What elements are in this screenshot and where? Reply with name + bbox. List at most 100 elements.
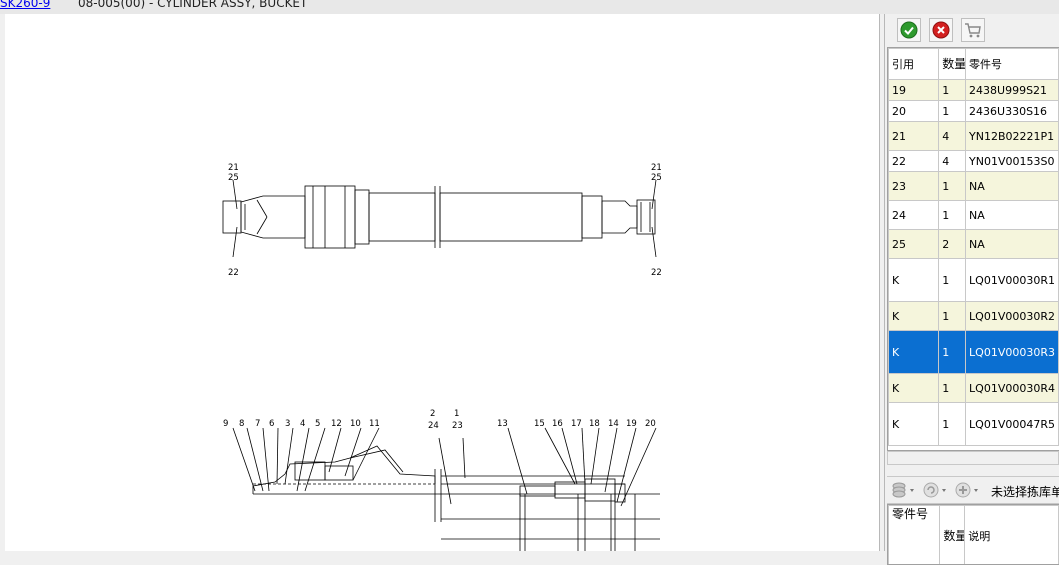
cell-qty: 1: [939, 331, 966, 374]
cell-part-no: LQ01V00030R3: [966, 331, 1059, 374]
cart-icon: [964, 21, 982, 39]
picklist-grid[interactable]: 零件号 数量 说明: [887, 504, 1059, 565]
cell-ref: K: [889, 331, 939, 374]
picklist-filter[interactable]: 未选择拣库单: [991, 483, 1059, 500]
cell-ref: 19: [889, 80, 939, 101]
parts-table-row[interactable]: K1LQ01V00030R3: [889, 331, 1059, 374]
col-header-picklist-description[interactable]: 说明: [965, 506, 1059, 565]
picklist-table-header: 零件号 数量 说明: [889, 506, 1059, 565]
cell-ref: 25: [889, 230, 939, 259]
cell-qty: 1: [939, 403, 966, 446]
cell-ref: K: [889, 259, 939, 302]
cell-part-no: 2438U999S21: [966, 80, 1059, 101]
parts-table-row[interactable]: 214YN12B02221P1: [889, 122, 1059, 151]
assembly-title: 08-005(00) - CYLINDER ASSY, BUCKET: [78, 0, 307, 10]
cell-qty: 1: [939, 172, 966, 201]
refresh-icon: [923, 481, 949, 499]
right-panel: 引用 数量 零件号 1912438U999S212012436U330S1621…: [885, 14, 1059, 551]
picklist-stack-button[interactable]: [891, 481, 917, 499]
parts-table-row[interactable]: K1LQ01V00047R5: [889, 403, 1059, 446]
callout-16[interactable]: 16: [552, 419, 563, 429]
callout-22-right[interactable]: 22: [651, 268, 662, 278]
cancel-button[interactable]: [929, 18, 953, 42]
col-header-part-no[interactable]: 零件号: [966, 49, 1059, 80]
col-header-picklist-part-no[interactable]: 零件号: [889, 506, 940, 565]
callout-18[interactable]: 18: [589, 419, 600, 429]
picklist-table: 零件号 数量 说明: [888, 505, 1059, 565]
callout-7[interactable]: 7: [255, 419, 260, 429]
parts-table-header: 引用 数量 零件号: [889, 49, 1059, 80]
callout-21-right[interactable]: 21: [651, 163, 662, 173]
cell-ref: K: [889, 302, 939, 331]
callout-25-left[interactable]: 25: [228, 173, 239, 183]
parts-table-row[interactable]: 231NA: [889, 172, 1059, 201]
cell-qty: 1: [939, 374, 966, 403]
cell-part-no: NA: [966, 201, 1059, 230]
callout-12[interactable]: 12: [331, 419, 342, 429]
confirm-button[interactable]: [897, 18, 921, 42]
parts-table-row[interactable]: 241NA: [889, 201, 1059, 230]
stack-icon: [891, 481, 917, 499]
callout-13[interactable]: 13: [497, 419, 508, 429]
parts-table-row[interactable]: K1LQ01V00030R1: [889, 259, 1059, 302]
cell-part-no: LQ01V00030R2: [966, 302, 1059, 331]
add-to-cart-button[interactable]: [961, 18, 985, 42]
callout-20[interactable]: 20: [645, 419, 656, 429]
callout-21-left[interactable]: 21: [228, 163, 239, 173]
parts-list-grid[interactable]: 引用 数量 零件号 1912438U999S212012436U330S1621…: [887, 47, 1059, 451]
parts-list-hscrollbar[interactable]: [887, 451, 1059, 465]
parts-table-row[interactable]: K1LQ01V00030R4: [889, 374, 1059, 403]
callout-11[interactable]: 11: [369, 419, 380, 429]
cell-part-no: LQ01V00030R1: [966, 259, 1059, 302]
cell-ref: K: [889, 374, 939, 403]
cell-part-no: 2436U330S16: [966, 101, 1059, 122]
cell-qty: 1: [939, 101, 966, 122]
cell-qty: 4: [939, 122, 966, 151]
cell-ref: K: [889, 403, 939, 446]
callout-5[interactable]: 5: [315, 419, 320, 429]
confirm-check-icon: [900, 21, 918, 39]
parts-table-body: 1912438U999S212012436U330S16214YN12B0222…: [889, 80, 1059, 446]
model-link[interactable]: SK260-9: [0, 0, 50, 10]
parts-table-row[interactable]: 224YN01V00153S0: [889, 151, 1059, 172]
picklist-add-button[interactable]: [955, 481, 981, 499]
parts-table-row[interactable]: 252NA: [889, 230, 1059, 259]
parts-diagram[interactable]: 21 25 22 21 25 22 9 8 7 6 3 4 5 12 10 11…: [5, 14, 879, 551]
parts-table-row[interactable]: 2012436U330S16: [889, 101, 1059, 122]
callout-24[interactable]: 24: [428, 421, 439, 431]
col-header-ref[interactable]: 引用: [889, 49, 939, 80]
callout-3[interactable]: 3: [285, 419, 290, 429]
cell-part-no: LQ01V00047R5: [966, 403, 1059, 446]
callout-10[interactable]: 10: [350, 419, 361, 429]
cell-part-no: YN12B02221P1: [966, 122, 1059, 151]
cell-qty: 1: [939, 201, 966, 230]
callout-14[interactable]: 14: [608, 419, 619, 429]
cell-ref: 23: [889, 172, 939, 201]
callout-23[interactable]: 23: [452, 421, 463, 431]
parts-table-row[interactable]: K1LQ01V00030R2: [889, 302, 1059, 331]
col-header-qty[interactable]: 数量: [939, 49, 966, 80]
cell-ref: 21: [889, 122, 939, 151]
callout-2[interactable]: 2: [430, 409, 435, 419]
callout-22-left[interactable]: 22: [228, 268, 239, 278]
cell-qty: 2: [939, 230, 966, 259]
callout-4[interactable]: 4: [300, 419, 305, 429]
picklist-refresh-button[interactable]: [923, 481, 949, 499]
cell-qty: 4: [939, 151, 966, 172]
callout-9[interactable]: 9: [223, 419, 228, 429]
cell-part-no: YN01V00153S0: [966, 151, 1059, 172]
callout-1[interactable]: 1: [454, 409, 459, 419]
callout-6[interactable]: 6: [269, 419, 274, 429]
parts-table: 引用 数量 零件号 1912438U999S212012436U330S1621…: [888, 48, 1059, 446]
cell-qty: 1: [939, 259, 966, 302]
parts-table-row[interactable]: 1912438U999S21: [889, 80, 1059, 101]
add-circle-icon: [955, 481, 981, 499]
callout-25-right[interactable]: 25: [651, 173, 662, 183]
callout-8[interactable]: 8: [239, 419, 244, 429]
cell-qty: 1: [939, 302, 966, 331]
callout-19[interactable]: 19: [626, 419, 637, 429]
col-header-picklist-qty[interactable]: 数量: [940, 506, 965, 565]
callout-17[interactable]: 17: [571, 419, 582, 429]
cylinder-drawing: 21 25 22 21 25 22 9 8 7 6 3 4 5 12 10 11…: [5, 14, 879, 551]
callout-15[interactable]: 15: [534, 419, 545, 429]
